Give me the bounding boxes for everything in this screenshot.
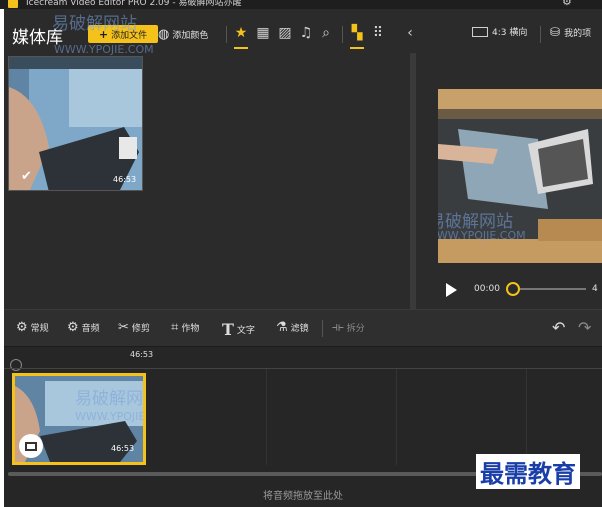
filter-button[interactable]: ⚗ 滤镜: [276, 320, 309, 335]
audio-drop-hint: 将音频拖放至此处: [263, 490, 343, 502]
redo-icon[interactable]: ↷: [578, 318, 591, 337]
toolbar-divider: [226, 26, 227, 43]
aspect-ratio-button[interactable]: 4:3 横向: [472, 25, 527, 38]
audio-settings-icon: ⚙: [67, 320, 79, 335]
seek-knob[interactable]: [506, 282, 520, 296]
preview-panel: 易破解网站 WWW.YPOJIE.COM 00:00 4: [428, 51, 602, 309]
thumbnail-duration: 46:53: [113, 175, 137, 184]
ruler-line: [4, 368, 602, 369]
watermark-cn: 易破解网站: [75, 389, 143, 409]
crop-icon: ⌗: [171, 320, 179, 335]
audio-button[interactable]: ⚙ 音频: [67, 320, 100, 335]
title-bar: Icecream Video Editor PRO 2.09 - 易破解网站亦醒…: [0, 0, 602, 9]
library-scrollbar[interactable]: [410, 53, 416, 309]
window-title: Icecream Video Editor PRO 2.09 - 易破解网站亦醒: [26, 0, 242, 8]
media-thumbnail[interactable]: ✔ 46:53: [8, 56, 143, 191]
timeline-ruler[interactable]: 46:53: [4, 347, 602, 371]
timeline-gridline: [266, 369, 267, 465]
add-color-label: 添加颜色: [172, 30, 209, 41]
toolbar-divider: [322, 320, 323, 337]
settings-icon: ⚙: [16, 320, 28, 335]
timeline-gridline: [526, 369, 527, 465]
general-button[interactable]: ⚙ 常规: [16, 320, 49, 335]
crop-label: 作物: [181, 324, 200, 334]
gear-icon[interactable]: ⚙: [562, 0, 572, 8]
app-window: 媒体库 + 添加文件 ◍ 添加颜色 ★ ▦ ▨ ♫ ⌕ ▚ ⠿ ‹ 4:3 横向…: [4, 9, 602, 507]
watermark-cn: 易破解网站: [52, 14, 137, 34]
split-button[interactable]: ⟛ 拆分: [332, 320, 365, 335]
text-icon: T: [222, 320, 234, 339]
seek-track[interactable]: [520, 288, 586, 290]
aspect-ratio-icon: [472, 26, 488, 37]
end-time: 4: [592, 284, 598, 294]
add-color-button[interactable]: ◍ 添加颜色: [158, 25, 208, 43]
timeline-gridline: [396, 369, 397, 465]
preview-video[interactable]: 易破解网站 WWW.YPOJIE.COM: [438, 89, 602, 263]
undo-icon[interactable]: ↶: [552, 318, 565, 337]
toolbar-divider: [342, 26, 343, 43]
grid-large-icon[interactable]: ▚: [349, 24, 365, 42]
current-time: 00:00: [474, 284, 500, 294]
scissors-icon: ✂: [118, 320, 129, 335]
aspect-ratio-label: 4:3 横向: [492, 28, 528, 38]
image-icon[interactable]: ▨: [277, 24, 293, 42]
active-filter-indicator: [234, 47, 248, 49]
clip-duration: 46:53: [111, 444, 135, 453]
playback-controls: 00:00 4: [438, 273, 602, 303]
corner-brand-watermark: 最需教育: [476, 454, 580, 489]
audio-label: 音频: [81, 324, 100, 334]
search-icon[interactable]: ⌕: [318, 24, 334, 42]
text-label: 文字: [236, 326, 255, 336]
media-library-panel: ✔ 46:53 易破解网站 WWW.YPOJIE.COM: [4, 14, 414, 309]
split-label: 拆分: [346, 324, 365, 334]
active-view-indicator: [350, 47, 364, 49]
trim-label: 修剪: [131, 324, 150, 334]
crop-button[interactable]: ⌗ 作物: [171, 320, 199, 335]
text-button[interactable]: T 文字: [222, 320, 255, 339]
grid-small-icon[interactable]: ⠿: [370, 24, 386, 42]
ruler-tick-label: 46:53: [130, 350, 154, 359]
palette-icon: ◍: [158, 26, 170, 42]
general-label: 常规: [30, 324, 49, 334]
playhead-handle[interactable]: [10, 359, 22, 371]
my-projects-button[interactable]: ⛁ 我的项: [550, 25, 591, 39]
chevron-left-icon[interactable]: ‹: [402, 24, 418, 42]
my-projects-label: 我的项: [564, 28, 592, 39]
clip-frame-button[interactable]: [19, 434, 43, 458]
video-icon[interactable]: ▦: [255, 24, 271, 42]
split-icon: ⟛: [332, 320, 344, 335]
timeline-clip[interactable]: 易破解网站 WWW.YPOJIE.COM 46:53: [12, 373, 146, 465]
watermark-en: WWW.YPOJIE.COM: [75, 410, 146, 423]
frame-icon: [25, 441, 37, 451]
edit-toolbar: ⚙ 常规 ⚙ 音频 ✂ 修剪 ⌗ 作物 T 文字 ⚗ 滤镜 ⟛ 拆分 ↶ ↷: [4, 309, 602, 347]
toolbar-divider: [540, 26, 541, 43]
watermark-en: WWW.YPOJIE.COM: [54, 43, 154, 56]
trim-button[interactable]: ✂ 修剪: [118, 320, 150, 335]
projects-icon: ⛁: [550, 25, 561, 39]
filter-label: 滤镜: [290, 324, 309, 334]
play-icon[interactable]: [446, 283, 457, 297]
watermark-en: WWW.YPOJIE.COM: [438, 229, 526, 242]
app-logo-icon: [8, 0, 18, 8]
selected-check-icon: ✔: [21, 169, 32, 184]
star-icon[interactable]: ★: [233, 24, 249, 42]
music-icon[interactable]: ♫: [298, 24, 314, 42]
filter-icon: ⚗: [276, 320, 288, 335]
